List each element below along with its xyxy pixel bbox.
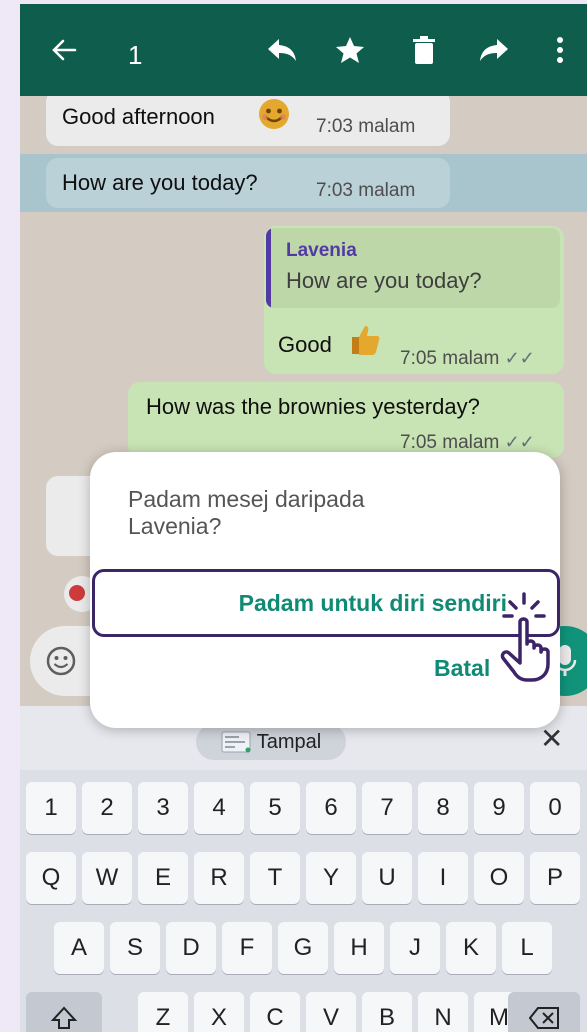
key-d[interactable]: D (166, 922, 216, 974)
key-k[interactable]: K (446, 922, 496, 974)
cancel-button[interactable]: Batal (434, 655, 490, 682)
paste-label: Tampal (256, 730, 322, 753)
key-h[interactable]: H (334, 922, 384, 974)
selected-count: 1 (128, 40, 143, 70)
key-s[interactable]: S (110, 922, 160, 974)
selection-toolbar: 1 (20, 4, 587, 96)
tap-hand-cursor-icon (500, 592, 550, 682)
key-5[interactable]: 5 (250, 782, 300, 834)
key-2[interactable]: 2 (82, 782, 132, 834)
shift-key[interactable] (26, 992, 102, 1032)
key-0[interactable]: 0 (530, 782, 580, 834)
delete-for-me-label: Padam untuk diri sendiri (238, 589, 507, 616)
key-w[interactable]: W (82, 852, 132, 904)
soft-keyboard: Tampal ✕ 1 2 3 4 5 6 7 8 9 0 Q W E R T Y… (20, 706, 587, 1032)
key-a[interactable]: A (54, 922, 104, 974)
key-l[interactable]: L (502, 922, 552, 974)
back-arrow-icon[interactable] (48, 34, 80, 66)
key-7[interactable]: 7 (362, 782, 412, 834)
close-suggestions-icon[interactable]: ✕ (540, 722, 563, 755)
trash-icon[interactable] (408, 34, 440, 66)
reply-icon[interactable] (266, 34, 298, 66)
key-3[interactable]: 3 (138, 782, 188, 834)
delete-for-me-button[interactable]: Padam untuk diri sendiri (92, 569, 560, 637)
key-n[interactable]: N (418, 992, 468, 1032)
key-v[interactable]: V (306, 992, 356, 1032)
key-g[interactable]: G (278, 922, 328, 974)
key-t[interactable]: T (250, 852, 300, 904)
key-1[interactable]: 1 (26, 782, 76, 834)
key-r[interactable]: R (194, 852, 244, 904)
key-o[interactable]: O (474, 852, 524, 904)
key-i[interactable]: I (418, 852, 468, 904)
delete-message-dialog: Padam mesej daripada Lavenia? Padam untu… (90, 452, 560, 728)
backspace-icon (529, 1007, 559, 1029)
shift-icon (51, 1006, 77, 1029)
key-y[interactable]: Y (306, 852, 356, 904)
key-e[interactable]: E (138, 852, 188, 904)
key-b[interactable]: B (362, 992, 412, 1032)
key-j[interactable]: J (390, 922, 440, 974)
star-icon[interactable] (334, 34, 366, 66)
key-z[interactable]: Z (138, 992, 188, 1032)
more-vert-icon[interactable] (544, 34, 576, 66)
key-c[interactable]: C (250, 992, 300, 1032)
key-6[interactable]: 6 (306, 782, 356, 834)
key-u[interactable]: U (362, 852, 412, 904)
key-9[interactable]: 9 (474, 782, 524, 834)
dialog-title: Padam mesej daripada Lavenia? (128, 486, 365, 540)
phone-screen: 1 Good afternoon 7:03 malam How are you … (20, 4, 587, 1032)
backspace-key[interactable] (508, 992, 580, 1032)
key-p[interactable]: P (530, 852, 580, 904)
key-q[interactable]: Q (26, 852, 76, 904)
key-8[interactable]: 8 (418, 782, 468, 834)
key-x[interactable]: X (194, 992, 244, 1032)
key-4[interactable]: 4 (194, 782, 244, 834)
clipboard-thumbnail-icon (221, 731, 251, 753)
key-f[interactable]: F (222, 922, 272, 974)
paste-chip[interactable]: Tampal (196, 724, 346, 760)
forward-icon[interactable] (478, 34, 510, 66)
